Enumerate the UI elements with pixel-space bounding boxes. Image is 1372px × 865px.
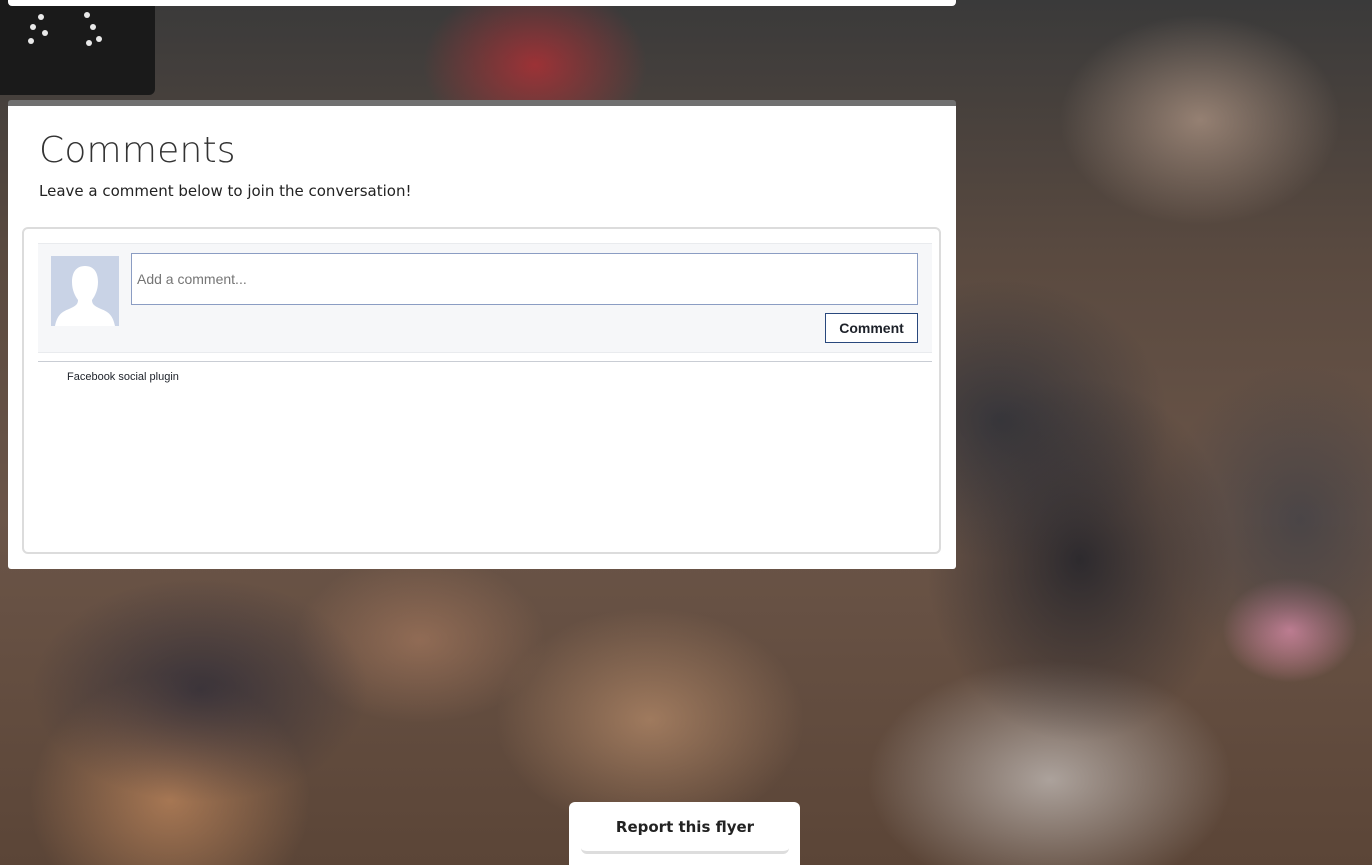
facebook-comments-plugin: Comment Facebook social plugin: [22, 227, 941, 554]
report-flyer-container: Report this flyer: [569, 802, 800, 865]
comments-title: Comments: [39, 130, 236, 171]
facebook-social-plugin-link[interactable]: Facebook social plugin: [67, 371, 179, 383]
report-flyer-button[interactable]: Report this flyer: [581, 802, 789, 854]
add-comment-input[interactable]: [131, 253, 918, 305]
default-profile-silhouette-icon: [51, 256, 119, 326]
plugin-divider: [38, 361, 932, 362]
pedestrian-signal-sign: [0, 0, 155, 95]
comment-submit-button[interactable]: Comment: [825, 313, 918, 343]
comments-panel: Comments Leave a comment below to join t…: [8, 100, 956, 569]
previous-card-edge: [8, 0, 956, 6]
comments-subtitle: Leave a comment below to join the conver…: [39, 182, 412, 200]
comment-compose-area: Comment: [38, 243, 932, 353]
